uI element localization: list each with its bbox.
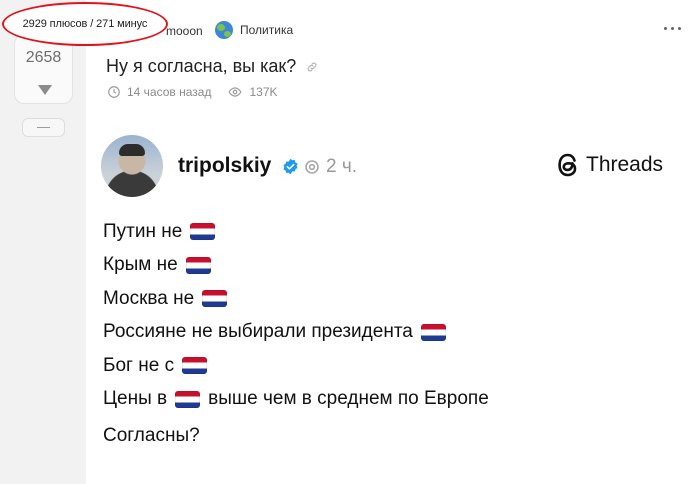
globe-icon <box>215 21 233 39</box>
text-line: Цены в выше чем в среднем по Европе <box>103 383 489 417</box>
line-text: Цены в <box>103 388 168 410</box>
minus-icon <box>37 127 50 128</box>
line-text-tail: выше чем в среднем по Европе <box>208 388 489 410</box>
text-line: Путин не <box>103 215 489 249</box>
post-title-text: Ну я согласна, вы как? <box>106 56 297 76</box>
link-icon[interactable] <box>306 61 318 73</box>
threads-small-icon <box>305 160 319 174</box>
post-title[interactable]: Ну я согласна, вы как? <box>106 56 318 77</box>
line-text: Москва не <box>103 287 195 309</box>
community-link[interactable]: Политика <box>215 21 293 39</box>
collapse-button[interactable] <box>22 118 65 137</box>
post-time: 14 часов назад <box>127 85 212 99</box>
threads-logo: Threads <box>556 152 663 178</box>
netherlands-flag-icon <box>185 256 211 274</box>
eye-icon <box>228 87 242 97</box>
clock-icon <box>108 86 120 98</box>
netherlands-flag-icon <box>202 290 228 308</box>
closing-question: Согласны? <box>103 425 200 446</box>
post-meta: 14 часов назад 137K <box>107 85 278 99</box>
netherlands-flag-icon <box>420 323 446 341</box>
verified-icon <box>283 158 298 175</box>
threads-icon <box>558 153 577 177</box>
line-text: Россияне не выбирали президента <box>103 321 413 343</box>
threads-time: 2 ч. <box>326 156 358 177</box>
text-line: Москва не <box>103 282 489 316</box>
post-lines: Путин не Крым не Москва не Россияне не в… <box>103 215 489 416</box>
text-line: Россияне не выбирали президента <box>103 316 489 350</box>
threads-username: tripolskiy <box>178 154 272 177</box>
text-line: Крым не <box>103 249 489 283</box>
threads-brand-text: Threads <box>586 153 664 176</box>
post-views: 137K <box>249 85 278 99</box>
netherlands-flag-icon <box>190 223 216 241</box>
vote-score: 2658 <box>25 49 62 66</box>
author-name[interactable]: mooon <box>166 24 203 38</box>
line-text: Крым не <box>103 254 178 276</box>
community-name: Политика <box>240 23 294 37</box>
netherlands-flag-icon <box>182 357 208 375</box>
embedded-screenshot: tripolskiy 2 ч. Threads Путин не Крым не… <box>86 112 700 484</box>
avatar <box>101 135 163 197</box>
vote-annotation: 2929 плюсов / 271 минус <box>2 2 168 46</box>
line-text: Бог не с <box>103 354 175 376</box>
more-icon[interactable] <box>664 27 682 31</box>
line-text: Путин не <box>103 220 183 242</box>
netherlands-flag-icon <box>175 390 201 408</box>
downvote-icon[interactable] <box>38 85 52 95</box>
text-line: Бог не с <box>103 349 489 383</box>
vote-column: 2658 <box>0 0 86 484</box>
